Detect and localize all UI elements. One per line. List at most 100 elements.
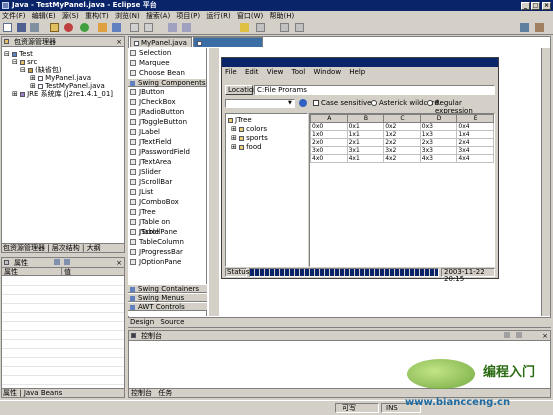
visual-editor-icon[interactable] <box>240 23 249 32</box>
column-header[interactable]: B <box>346 114 385 123</box>
table-row[interactable]: 2x0 2x1 2x2 2x3 2x4 <box>310 138 494 147</box>
palette-item-jlabel[interactable]: JLabel <box>128 127 206 137</box>
tab-hierarchy[interactable]: 层次结构 <box>52 244 80 252</box>
table-cell[interactable]: 1x3 <box>419 130 458 139</box>
tab-source[interactable]: Source <box>160 318 184 326</box>
palette-item-jtable[interactable]: JTable <box>128 227 206 237</box>
tab-console[interactable]: 控制台 <box>131 389 152 397</box>
location-button[interactable]: Location <box>225 85 258 95</box>
app-menu-window[interactable]: Window <box>313 68 341 76</box>
palette-item-jtogglebutton[interactable]: JToggleButton <box>128 117 206 127</box>
table-cell[interactable]: 2x0 <box>310 138 348 147</box>
palette-selection[interactable]: Selection <box>128 48 206 58</box>
table-cell[interactable]: 4x4 <box>456 154 494 163</box>
app-menu-help[interactable]: Help <box>349 68 365 76</box>
palette-item-jpasswordfield[interactable]: JPasswordField <box>128 147 206 157</box>
table-cell[interactable]: 0x3 <box>419 122 458 131</box>
tree-node-sports[interactable]: ⊞ sports <box>228 134 305 143</box>
palette-item-jtable-on-jscrollpane[interactable]: JTable on JScrollPane <box>128 217 206 236</box>
palette-item-jprogressbar[interactable]: JProgressBar <box>128 247 206 257</box>
table-cell[interactable]: 2x1 <box>346 138 385 147</box>
tree-item-default-package[interactable]: ⊟ (缺省包) <box>4 66 122 74</box>
editor-vertical-scrollbar[interactable] <box>541 48 550 316</box>
table-cell[interactable]: 0x1 <box>346 122 385 131</box>
menu-refactor[interactable]: 重构(T) <box>85 12 109 20</box>
palette-item-jradiobutton[interactable]: JRadioButton <box>128 107 206 117</box>
open-package-icon[interactable] <box>98 23 107 32</box>
palette-item-jcombobox[interactable]: JComboBox <box>128 197 206 207</box>
table-cell[interactable]: 2x2 <box>383 138 421 147</box>
palette-item-jlist[interactable]: JList <box>128 187 206 197</box>
save-icon[interactable] <box>17 23 26 32</box>
search-combo[interactable] <box>225 99 295 108</box>
print-icon[interactable] <box>30 23 39 32</box>
close-view-icon[interactable]: × <box>542 331 548 341</box>
palette-marquee[interactable]: Marquee <box>128 58 206 68</box>
maximize-button[interactable]: □ <box>531 2 540 10</box>
back-icon[interactable] <box>168 23 177 32</box>
table-cell[interactable]: 0x4 <box>456 122 494 131</box>
tree-item-testmypanel[interactable]: ⊞ TestMyPanel.java <box>4 82 122 90</box>
palette-choose-bean[interactable]: Choose Bean <box>128 68 206 78</box>
filter-icon[interactable] <box>64 259 70 265</box>
tab-tasks[interactable]: 任务 <box>158 389 172 397</box>
close-button[interactable]: × <box>542 2 551 10</box>
palette-item-jbutton[interactable]: JButton <box>128 87 206 97</box>
location-field[interactable]: C:File Prorams <box>254 85 495 95</box>
palette-item-tablecolumn[interactable]: TableColumn <box>128 237 206 247</box>
scroll-lock-icon[interactable] <box>516 332 522 338</box>
menu-help[interactable]: 帮助(H) <box>270 12 295 20</box>
tree-node-food[interactable]: ⊞ food <box>228 143 305 152</box>
search-icon[interactable] <box>112 23 121 32</box>
combo-arrow-icon[interactable]: ▼ <box>288 100 292 106</box>
tree-node-colors[interactable]: ⊞ colors <box>228 125 305 134</box>
palette-swing-containers-header[interactable]: Swing Containers <box>128 284 207 293</box>
app-tree[interactable]: JTree ⊞ colors ⊞ sports ⊞ food <box>225 113 308 267</box>
tree-root[interactable]: JTree <box>228 116 305 125</box>
column-header[interactable]: C <box>383 114 421 123</box>
prev-annotation-icon[interactable] <box>144 23 153 32</box>
minimize-button[interactable]: _ <box>521 2 530 10</box>
palette-swing-components-header[interactable]: Swing Components <box>128 78 206 87</box>
table-cell[interactable]: 4x1 <box>346 154 385 163</box>
tree-item-jre[interactable]: ⊞ JRE 系统库 [j2re1.4.1_01] <box>4 90 122 98</box>
table-cell[interactable]: 1x0 <box>310 130 348 139</box>
menu-window[interactable]: 窗口(W) <box>237 12 263 20</box>
perspective-java-icon[interactable] <box>520 23 529 32</box>
perspective-debug-icon[interactable] <box>535 23 544 32</box>
column-header[interactable]: E <box>456 114 494 123</box>
table-cell[interactable]: 4x2 <box>383 154 421 163</box>
new-icon[interactable] <box>3 23 12 32</box>
case-sensitive-checkbox[interactable] <box>313 100 319 106</box>
close-view-icon[interactable]: × <box>116 37 122 47</box>
palette-item-jscrollbar[interactable]: JScrollBar <box>128 177 206 187</box>
table-cell[interactable]: 3x0 <box>310 146 348 155</box>
menu-search[interactable]: 搜索(A) <box>146 12 170 20</box>
tab-outline[interactable]: 大纲 <box>87 244 101 252</box>
next-annotation-icon[interactable] <box>130 23 139 32</box>
forward-icon[interactable] <box>182 23 191 32</box>
palette-awt-controls-header[interactable]: AWT Controls <box>128 302 207 311</box>
clear-console-icon[interactable] <box>504 332 510 338</box>
menu-edit[interactable]: 编辑(E) <box>32 12 56 20</box>
table-cell[interactable]: 0x2 <box>383 122 421 131</box>
tree-item-project[interactable]: ⊟ Test <box>4 50 122 58</box>
table-row[interactable]: 3x0 3x1 3x2 3x3 3x4 <box>310 146 494 155</box>
align-icon[interactable] <box>280 23 289 32</box>
palette-item-joptionpane[interactable]: JOptionPane <box>128 257 206 267</box>
app-menu-tool[interactable]: Tool <box>292 68 306 76</box>
tree-item-mypanel[interactable]: ⊞ MyPanel.java <box>4 74 122 82</box>
palette-item-jtree[interactable]: JTree <box>128 207 206 217</box>
table-cell[interactable]: 1x4 <box>456 130 494 139</box>
column-header[interactable]: A <box>310 114 348 123</box>
tab-package-explorer[interactable]: 包资源管理器 <box>3 244 45 252</box>
close-view-icon[interactable]: × <box>116 258 122 268</box>
palette-item-jtextarea[interactable]: JTextArea <box>128 157 206 167</box>
table-cell[interactable]: 2x3 <box>419 138 458 147</box>
column-property[interactable]: 属性 <box>2 268 62 276</box>
table-cell[interactable]: 4x3 <box>419 154 458 163</box>
palette-item-jtextfield[interactable]: JTextField <box>128 137 206 147</box>
run-icon[interactable] <box>80 23 89 32</box>
asterisk-wildcard-radio[interactable] <box>371 100 377 106</box>
tab-properties[interactable]: 属性 <box>3 389 17 397</box>
